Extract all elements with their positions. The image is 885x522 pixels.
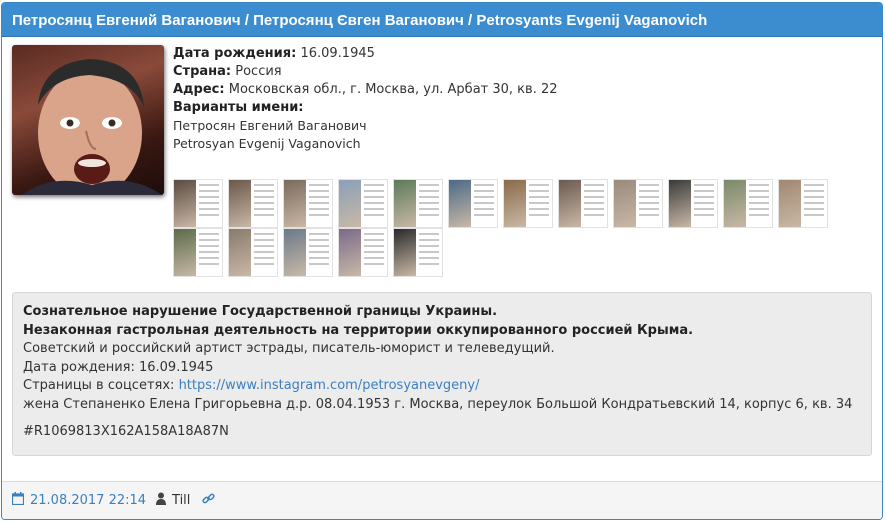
thumbnail-gallery — [173, 179, 833, 277]
record-id-tag: #R1069813X162A158A18A87N — [23, 424, 229, 439]
thumbnail-image[interactable] — [668, 179, 718, 228]
link-icon[interactable] — [202, 492, 216, 509]
record-panel: Петросянц Евгений Ваганович / Петросянц … — [1, 2, 883, 520]
instagram-link[interactable]: https://www.instagram.com/petrosyanevgen… — [179, 378, 480, 393]
avatar-photo[interactable] — [12, 45, 164, 195]
thumbnail-image[interactable] — [503, 179, 553, 228]
thumbnail-image[interactable] — [613, 179, 663, 228]
thumbnail-image[interactable] — [173, 179, 223, 228]
thumbnail-image[interactable] — [338, 228, 388, 277]
description-box: Сознательное нарушение Государственной г… — [12, 292, 872, 456]
user-icon — [156, 492, 167, 509]
thumbnail-image[interactable] — [338, 179, 388, 228]
variants-label: Варианты имени: — [173, 100, 304, 115]
thumbnail-row — [173, 228, 833, 277]
thumbnail-image[interactable] — [173, 228, 223, 277]
thumbnail-image[interactable] — [228, 179, 278, 228]
violation-line: Незаконная гастрольная деятельность на т… — [23, 322, 694, 338]
description-line: Дата рождения: 16.09.1945 — [23, 359, 214, 375]
description-line: Советский и российский артист эстрады, п… — [23, 341, 555, 356]
country-row: Страна: Россия — [173, 64, 282, 79]
post-date: 21.08.2017 22:14 — [30, 493, 147, 508]
address-row: Адрес: Московская обл., г. Москва, ул. А… — [173, 82, 558, 97]
thumbnail-row — [173, 179, 833, 228]
country-value: Россия — [235, 64, 282, 79]
name-variant: Petrosyan Evgenij Vaganovich — [173, 136, 361, 151]
person-info: Дата рождения: 16.09.1945 Страна: Россия… — [173, 45, 558, 153]
thumbnail-image[interactable] — [393, 228, 443, 277]
thumbnail-image[interactable] — [393, 179, 443, 228]
thumbnail-image[interactable] — [283, 228, 333, 277]
name-variant: Петросян Евгений Ваганович — [173, 118, 367, 133]
description-line: жена Степаненко Елена Григорьевна д.р. 0… — [23, 396, 853, 412]
birth-value: 16.09.1945 — [300, 46, 375, 61]
page-title: Петросянц Евгений Ваганович / Петросянц … — [2, 3, 882, 37]
address-value: Московская обл., г. Москва, ул. Арбат 30… — [228, 82, 558, 97]
birth-row: Дата рождения: 16.09.1945 — [173, 46, 375, 61]
post-author[interactable]: Till — [172, 493, 190, 508]
social-row: Страницы в соцсетях: https://www.instagr… — [23, 378, 480, 393]
violation-line: Сознательное нарушение Государственной г… — [23, 304, 498, 319]
thumbnail-image[interactable] — [228, 228, 278, 277]
person-photo-icon — [22, 59, 162, 195]
panel-footer: 21.08.2017 22:14 Till — [2, 481, 882, 519]
panel-body: Дата рождения: 16.09.1945 Страна: Россия… — [2, 37, 882, 483]
calendar-icon — [11, 492, 25, 509]
thumbnail-image[interactable] — [448, 179, 498, 228]
thumbnail-image[interactable] — [283, 179, 333, 228]
thumbnail-image[interactable] — [778, 179, 828, 228]
thumbnail-image[interactable] — [558, 179, 608, 228]
thumbnail-image[interactable] — [723, 179, 773, 228]
